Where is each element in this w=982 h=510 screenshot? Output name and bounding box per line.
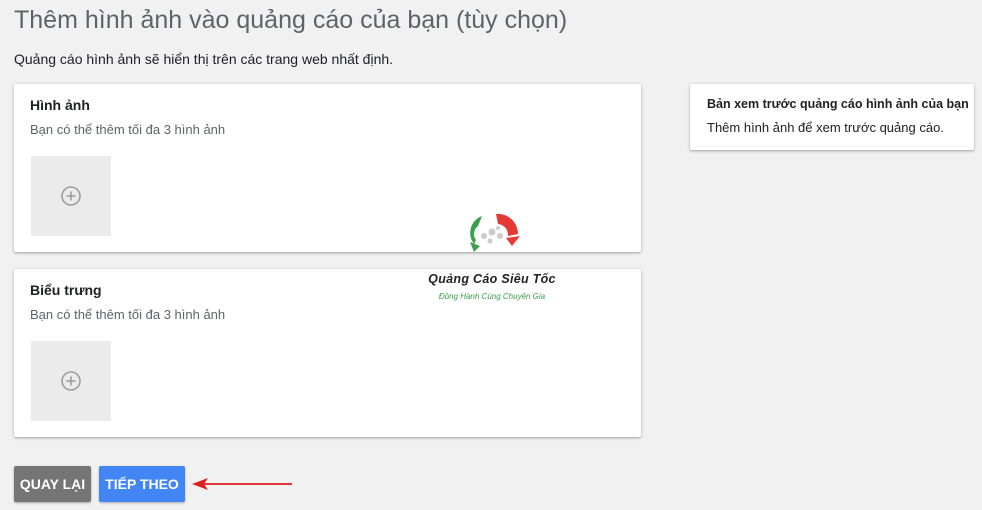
add-image-button[interactable] bbox=[31, 156, 111, 236]
preview-description: Thêm hình ảnh để xem trước quảng cáo. bbox=[707, 120, 944, 135]
preview-title: Bản xem trước quảng cáo hình ảnh của bạn bbox=[707, 97, 969, 111]
page-title: Thêm hình ảnh vào quảng cáo của bạn (tùy… bbox=[14, 6, 568, 34]
next-button[interactable]: TIẾP THEO bbox=[99, 466, 185, 502]
watermark-logo: Quảng Cáo Siêu Tốc Đồng Hành Cùng Chuyên… bbox=[412, 206, 572, 306]
images-card-title: Hình ảnh bbox=[30, 97, 90, 113]
logos-card-title: Biểu trưng bbox=[30, 282, 102, 298]
logos-card-description: Bạn có thể thêm tối đa 3 hình ảnh bbox=[30, 307, 226, 322]
watermark-brand: Quảng Cáo Siêu Tốc bbox=[428, 272, 556, 286]
plus-circle-icon bbox=[61, 371, 81, 391]
plus-circle-icon bbox=[61, 186, 81, 206]
images-card-description: Bạn có thể thêm tối đa 3 hình ảnh bbox=[30, 122, 226, 137]
add-logo-button[interactable] bbox=[31, 341, 111, 421]
back-button[interactable]: QUAY LẠI bbox=[14, 466, 91, 502]
brand-logo-icon bbox=[470, 213, 520, 252]
watermark-tagline: Đồng Hành Cùng Chuyên Gia bbox=[438, 292, 546, 301]
red-arrow-icon bbox=[192, 478, 292, 490]
page-subtitle: Quảng cáo hình ảnh sẽ hiển thị trên các … bbox=[14, 51, 394, 67]
ad-preview-card: Bản xem trước quảng cáo hình ảnh của bạn… bbox=[690, 84, 974, 150]
